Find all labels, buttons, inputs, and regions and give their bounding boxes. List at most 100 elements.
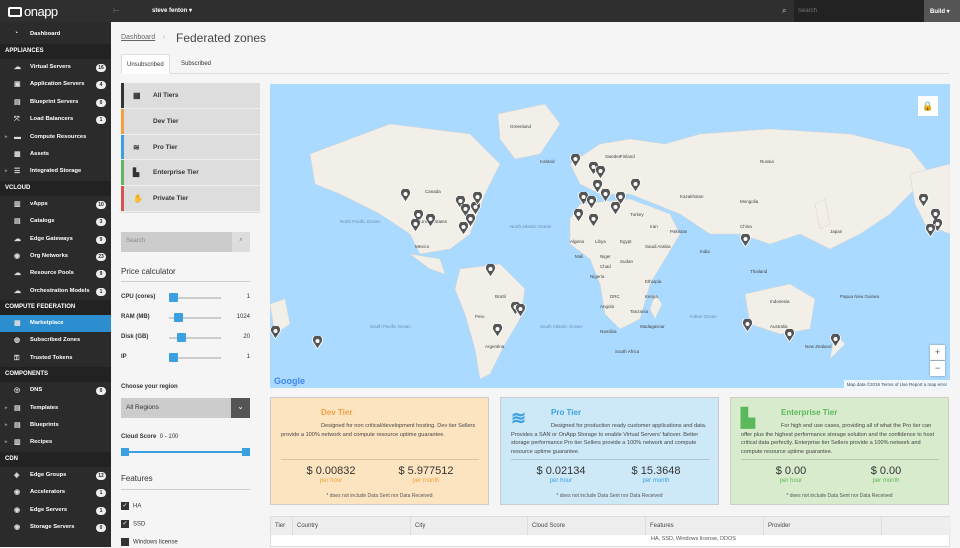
tier-card-pro-tier[interactable]: ≋ Pro Tier Designed for production ready… <box>500 397 719 505</box>
map-pin-icon[interactable] <box>742 319 753 332</box>
sidebar-item-virtual-servers[interactable]: ☁ Virtual Servers 16 <box>0 59 111 76</box>
tier-dev-tier[interactable]: Dev Tier <box>121 108 260 135</box>
tier-card-enterprise-tier[interactable]: ▙ Enterprise Tier For high end use cases… <box>730 397 949 505</box>
column-header-provider[interactable]: Provider <box>764 517 882 535</box>
sidebar-item-edge-groups[interactable]: ◈ Edge Groups 12 <box>0 467 111 484</box>
chevron-right-icon[interactable]: ▸ <box>5 400 8 417</box>
sidebar-item-storage-servers[interactable]: ◉ Storage Servers 0 <box>0 519 111 536</box>
column-header-city[interactable]: City <box>411 517 528 535</box>
slider-handle-min[interactable] <box>121 448 129 456</box>
slider-handle-max[interactable] <box>242 448 250 456</box>
sidebar-item-blueprints[interactable]: ▸ ▤ Blueprints <box>0 417 111 434</box>
tab-unsubscribed[interactable]: Unsubscribed <box>121 54 170 74</box>
feature-windows-checkbox[interactable]: Windows license <box>121 538 178 546</box>
sidebar-item-catalogs[interactable]: ▤ Catalogs 3 <box>0 213 111 230</box>
slider-disk-gb[interactable]: Disk (GB) 20 <box>121 332 250 344</box>
sidebar-item-subscribed-zones[interactable]: ◍ Subscribed Zones <box>0 332 111 349</box>
lock-icon[interactable]: 🔒 <box>918 96 938 116</box>
sidebar-item-integrated-storage[interactable]: ▸ ☰ Integrated Storage <box>0 163 111 180</box>
column-header-country[interactable]: Country <box>293 517 411 535</box>
zoom-out-button[interactable]: − <box>930 361 945 376</box>
map-pin-icon[interactable] <box>595 166 606 179</box>
map-pin-icon[interactable] <box>588 214 599 227</box>
sidebar-item-application-servers[interactable]: ▣ Application Servers 4 <box>0 76 111 93</box>
tab-subscribed[interactable]: Subscribed <box>176 54 216 74</box>
sidebar-item-load-balancers[interactable]: ⤧ Load Balancers 1 <box>0 111 111 128</box>
map-pin-icon[interactable] <box>600 189 611 202</box>
column-header-cloud-score[interactable]: Cloud Score <box>528 517 646 535</box>
map-pin-icon[interactable] <box>425 214 436 227</box>
build-menu-button[interactable]: Build ▾ <box>924 0 960 22</box>
cloud-score-slider[interactable] <box>121 448 250 456</box>
tier-pro-tier[interactable]: ≋ Pro Tier <box>121 134 260 161</box>
map-pin-icon[interactable] <box>570 154 581 167</box>
sidebar-toggle-icon[interactable]: ⊢ <box>113 6 120 15</box>
map-pin-icon[interactable] <box>458 222 469 235</box>
top-search-input[interactable] <box>794 0 924 22</box>
slider-cpu-cores[interactable]: CPU (cores) 1 <box>121 292 250 304</box>
map-pin-icon[interactable] <box>740 234 751 247</box>
map-pin-icon[interactable] <box>515 304 526 317</box>
chevron-right-icon[interactable]: ▸ <box>5 434 8 451</box>
sidebar-item-dashboard[interactable]: ◔ Dashboard <box>0 24 111 44</box>
sidebar-item-marketplace[interactable]: ▦ Marketplace <box>0 315 111 333</box>
zoom-in-button[interactable]: + <box>930 345 945 360</box>
tier-card-dev-tier[interactable]: Dev Tier Designed for non critical/devel… <box>270 397 489 505</box>
tier-all-tiers[interactable]: ▦ All Tiers <box>121 83 260 109</box>
map-attribution[interactable]: Map data ©2016 Terms of Use Report a map… <box>843 380 950 388</box>
sidebar-item-resource-pools[interactable]: ☁ Resource Pools 9 <box>0 265 111 282</box>
map-pin-icon[interactable] <box>400 189 411 202</box>
map-pin-icon[interactable] <box>918 194 929 207</box>
sidebar-item-trusted-tokens[interactable]: ⚿ Trusted Tokens <box>0 350 111 367</box>
search-icon[interactable]: ⌕ <box>232 232 250 252</box>
tier-enterprise-tier[interactable]: ▙ Enterprise Tier <box>121 160 260 187</box>
slider-handle[interactable] <box>177 333 186 342</box>
map-pin-icon[interactable] <box>830 334 841 347</box>
map-pin-icon[interactable] <box>410 219 421 232</box>
region-select[interactable]: All Regions ⌄ <box>121 398 250 418</box>
search-icon[interactable]: ⌕ <box>782 6 786 16</box>
slider-ram-mb[interactable]: RAM (MB) 1024 <box>121 312 250 324</box>
map-pin-icon[interactable] <box>925 224 936 237</box>
feature-ha-checkbox[interactable]: ✓ HA <box>121 502 141 510</box>
chevron-right-icon[interactable]: ▸ <box>5 163 8 180</box>
sidebar-item-assets[interactable]: ▦ Assets <box>0 146 111 163</box>
user-menu[interactable]: steve fenton ▾ <box>152 7 192 14</box>
sidebar-item-accelerators[interactable]: ◉ Accelerators 1 <box>0 484 111 501</box>
sidebar-item-templates[interactable]: ▸ ▤ Templates <box>0 400 111 417</box>
slider-handle[interactable] <box>169 293 178 302</box>
map-pin-icon[interactable] <box>630 179 641 192</box>
map-pin-icon[interactable] <box>492 324 503 337</box>
map-pin-icon[interactable] <box>784 329 795 342</box>
feature-ssd-checkbox[interactable]: ✓ SSD <box>121 520 145 528</box>
chevron-right-icon[interactable]: ▸ <box>5 129 8 146</box>
map-pin-icon[interactable] <box>472 192 483 205</box>
map-pin-icon[interactable] <box>312 336 323 349</box>
map-pin-icon[interactable] <box>610 202 621 215</box>
sidebar-item-dns[interactable]: ◎ DNS 0 <box>0 382 111 399</box>
breadcrumb-dashboard[interactable]: Dashboard <box>121 34 155 41</box>
table-row[interactable]: HA, SSD, Windows license, DDOS <box>271 535 949 548</box>
zones-map[interactable]: GreenlandCanadaUnited StatesMexicoNorth … <box>270 84 950 388</box>
map-pin-icon[interactable] <box>270 326 281 339</box>
sidebar-item-edge-servers[interactable]: ◉ Edge Servers 1 <box>0 502 111 519</box>
slider-ip[interactable]: IP 1 <box>121 352 250 364</box>
sidebar-item-orchestration-models[interactable]: ☁ Orchestration Models 1 <box>0 283 111 300</box>
zone-search-input[interactable]: Search ⌕ <box>121 232 250 252</box>
slider-handle[interactable] <box>169 353 178 362</box>
sidebar-item-edge-gateways[interactable]: ☁ Edge Gateways 9 <box>0 231 111 248</box>
column-header-features[interactable]: Features <box>646 517 764 535</box>
tier-private-tier[interactable]: ✋ Private Tier <box>121 186 260 212</box>
sidebar-item-org-networks[interactable]: ◉ Org Networks 23 <box>0 248 111 265</box>
column-header-tier[interactable]: Tier <box>271 517 293 535</box>
sidebar-item-blueprint-servers[interactable]: ▤ Blueprint Servers 0 <box>0 94 111 111</box>
sidebar-item-recipes[interactable]: ▸ ▥ Recipes <box>0 434 111 451</box>
onapp-logo[interactable]: onapp <box>8 4 58 19</box>
map-pin-icon[interactable] <box>485 264 496 277</box>
map-pin-icon[interactable] <box>586 196 597 209</box>
sidebar-item-compute-resources[interactable]: ▸ ▬ Compute Resources <box>0 129 111 146</box>
map-pin-icon[interactable] <box>573 209 584 222</box>
sidebar-item-vapps[interactable]: ▥ vApps 10 <box>0 196 111 213</box>
slider-handle[interactable] <box>174 313 183 322</box>
chevron-right-icon[interactable]: ▸ <box>5 417 8 434</box>
